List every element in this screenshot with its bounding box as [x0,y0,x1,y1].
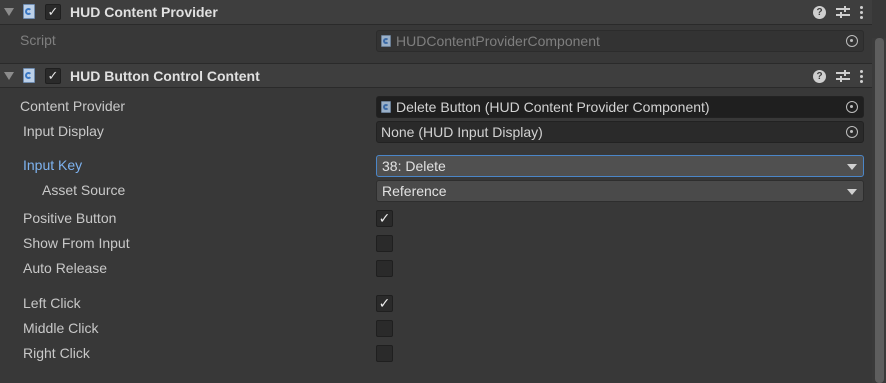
positive-button-row: Positive Button ✓ [0,208,866,230]
component-header-hud-button-control-content[interactable]: ✓ HUD Button Control Content ? [0,63,872,88]
input-key-value: 38: Delete [382,158,446,174]
component-asset-icon [381,100,392,114]
component-title: HUD Button Control Content [70,67,260,84]
dropdown-arrow-icon [847,164,857,170]
input-display-field[interactable]: None (HUD Input Display) [376,121,864,143]
input-display-value: None (HUD Input Display) [381,124,543,140]
vertical-scrollbar[interactable] [872,38,886,383]
help-icon[interactable]: ? [813,70,826,83]
input-display-row: Input Display None (HUD Input Display) [0,121,866,143]
positive-button-label: Positive Button [23,210,117,226]
right-click-checkbox[interactable] [376,345,393,362]
csharp-script-icon [22,67,36,84]
left-click-row: Left Click ✓ [0,293,866,315]
script-field: HUDContentProviderComponent [376,30,864,52]
right-click-label: Right Click [23,345,90,361]
header-actions: ? [813,64,864,89]
component-enable-checkbox[interactable]: ✓ [45,4,61,20]
show-from-input-checkbox[interactable] [376,235,393,252]
auto-release-row: Auto Release [0,258,866,280]
object-picker-icon [846,35,858,47]
middle-click-label: Middle Click [23,320,99,336]
help-icon[interactable]: ? [813,6,826,19]
inspector-panel: ✓ HUD Content Provider ? Script HUDConte… [0,0,886,383]
content-provider-label: Content Provider [20,98,126,114]
left-click-label: Left Click [23,295,81,311]
positive-button-checkbox[interactable]: ✓ [376,210,393,227]
script-label: Script [20,32,56,48]
context-menu-icon[interactable] [860,70,864,83]
content-provider-row: Content Provider Delete Button (HUD Cont… [0,96,866,118]
show-from-input-label: Show From Input [23,235,130,251]
component-title: HUD Content Provider [70,4,218,20]
context-menu-icon[interactable] [860,6,864,19]
asset-source-dropdown[interactable]: Reference [376,180,864,202]
scrollbar-thumb[interactable] [875,38,884,383]
header-actions: ? [813,0,864,25]
left-click-checkbox[interactable]: ✓ [376,295,393,312]
input-display-label: Input Display [23,123,104,139]
asset-source-value: Reference [382,183,447,199]
script-row: Script HUDContentProviderComponent [0,30,866,52]
script-field-value: HUDContentProviderComponent [396,33,600,49]
input-key-row: Input Key 38: Delete [0,155,866,177]
csharp-script-icon [22,4,36,20]
input-key-label: Input Key [23,157,83,173]
middle-click-row: Middle Click [0,318,866,340]
asset-source-row: Asset Source Reference [0,180,866,202]
component-header-hud-content-provider[interactable]: ✓ HUD Content Provider ? [0,0,872,25]
foldout-arrow-icon[interactable] [4,71,14,80]
component-enable-checkbox[interactable]: ✓ [45,67,61,84]
auto-release-label: Auto Release [23,260,108,276]
content-provider-field[interactable]: Delete Button (HUD Content Provider Comp… [376,96,864,118]
asset-source-label: Asset Source [42,182,126,198]
show-from-input-row: Show From Input [0,233,866,255]
presets-icon[interactable] [836,70,850,83]
dropdown-arrow-icon [847,189,857,195]
middle-click-checkbox[interactable] [376,320,393,337]
script-asset-icon [381,34,392,48]
object-picker-icon[interactable] [846,101,858,113]
auto-release-checkbox[interactable] [376,260,393,277]
object-picker-icon[interactable] [846,126,858,138]
right-click-row: Right Click [0,343,866,365]
presets-icon[interactable] [836,6,850,19]
input-key-dropdown[interactable]: 38: Delete [376,155,864,177]
foldout-arrow-icon[interactable] [4,8,14,16]
content-provider-value: Delete Button (HUD Content Provider Comp… [396,99,710,115]
